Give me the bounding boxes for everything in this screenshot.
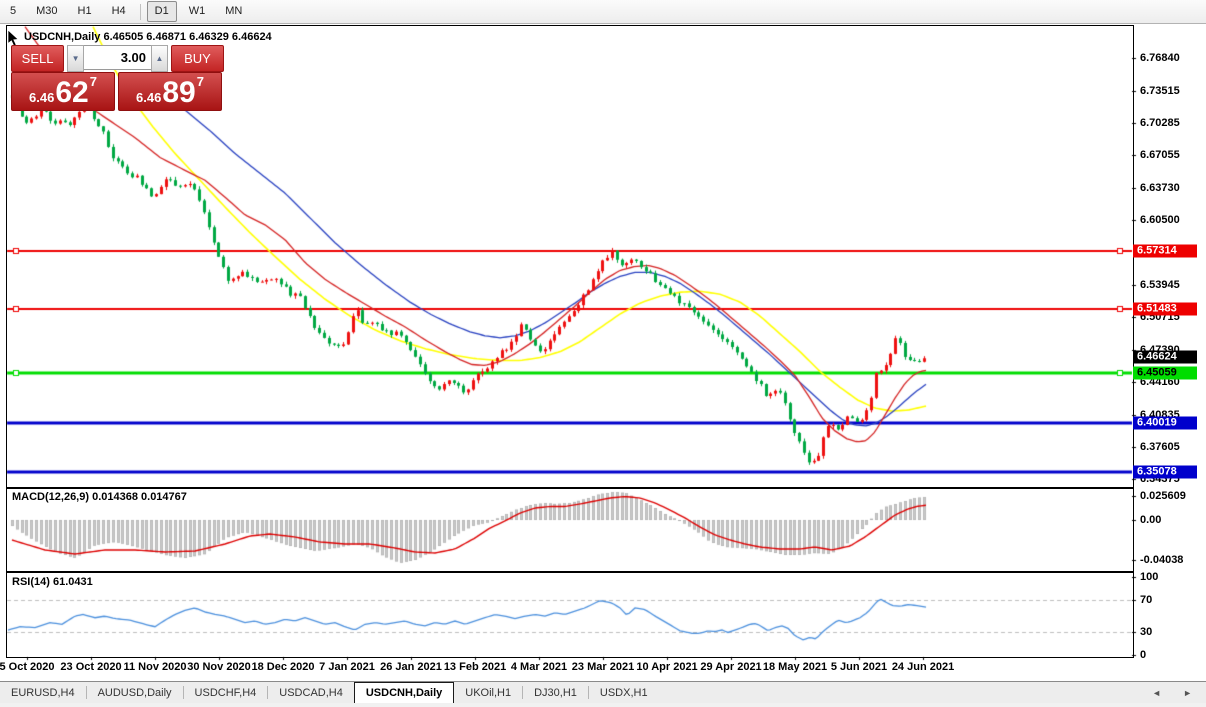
chart-tab-bar: EURUSD,H4 AUDUSD,Daily USDCHF,H4 USDCAD,H4 U… xyxy=(0,681,1206,704)
buy-price-main: 89 xyxy=(162,76,196,109)
buy-price-prefix: 6.46 xyxy=(136,90,162,105)
buy-quote-button[interactable]: 6.46 89 7 xyxy=(118,72,222,111)
macd-axis-label: -0.04038 xyxy=(1140,554,1184,566)
macd-axis-label: 0.00 xyxy=(1140,514,1162,526)
timeframe-button-h4[interactable]: H4 xyxy=(104,1,134,22)
rsi-axis-label: 0 xyxy=(1140,649,1147,661)
chart-tab-eurusd[interactable]: EURUSD,H4 xyxy=(0,682,86,703)
chart-title-ohlc: USDCNH,Daily 6.46505 6.46871 6.46329 6.4… xyxy=(24,31,272,43)
tabs-scroll-left-icon[interactable]: ◄ xyxy=(1152,688,1161,698)
chart-tab-audusd[interactable]: AUDUSD,Daily xyxy=(87,682,183,703)
timeframe-button-5[interactable]: 5 xyxy=(2,1,24,22)
price-axis-label: 6.53945 xyxy=(1140,278,1180,291)
date-axis-label: 18 Dec 2020 xyxy=(251,661,315,673)
date-axis-label: 24 Jun 2021 xyxy=(891,661,955,673)
price-axis-label: 6.76840 xyxy=(1140,52,1180,64)
price-axis-label: 6.60500 xyxy=(1140,213,1180,226)
rsi-indicator-label: RSI(14) 61.0431 xyxy=(12,576,93,588)
price-tag: 6.57314 xyxy=(1133,244,1197,258)
date-axis-label: 5 Jun 2021 xyxy=(830,661,888,673)
timeframe-button-mn[interactable]: MN xyxy=(217,1,250,22)
date-axis-label: 5 Oct 2020 xyxy=(0,661,55,673)
sell-price-prefix: 6.46 xyxy=(29,90,55,105)
chart-tab-usdcnh[interactable]: USDCNH,Daily xyxy=(353,682,455,703)
chart-tab-usdx[interactable]: USDX,H1 xyxy=(589,682,659,703)
timeframe-button-w1[interactable]: W1 xyxy=(181,1,214,22)
price-tag: 6.40019 xyxy=(1133,416,1197,430)
date-axis-label: 13 Feb 2021 xyxy=(443,661,507,673)
chart-tab-dj30[interactable]: DJ30,H1 xyxy=(523,682,588,703)
sell-price-main: 62 xyxy=(55,76,89,109)
date-axis-label: 18 May 2021 xyxy=(762,661,828,673)
price-tag: 6.51483 xyxy=(1133,302,1197,316)
volume-input[interactable] xyxy=(84,45,151,70)
price-tag: 6.46624 xyxy=(1133,350,1197,364)
rsi-axis-label: 30 xyxy=(1140,626,1153,638)
date-axis-label: 11 Nov 2020 xyxy=(123,661,187,673)
date-axis-label: 7 Jan 2021 xyxy=(319,661,375,673)
toolbar-separator xyxy=(139,3,141,20)
price-tag: 6.35078 xyxy=(1133,465,1197,479)
chart-tab-usdcad[interactable]: USDCAD,H4 xyxy=(268,682,354,703)
chart-tab-ukoil[interactable]: UKOil,H1 xyxy=(454,682,522,703)
price-tag: 6.45059 xyxy=(1133,366,1197,380)
date-axis-label: 4 Mar 2021 xyxy=(510,661,568,673)
status-bar xyxy=(0,703,1206,707)
volume-increase-button[interactable]: ▲ xyxy=(151,45,168,72)
date-axis-label: 23 Mar 2021 xyxy=(571,661,635,673)
date-axis-label: 23 Oct 2020 xyxy=(60,661,122,673)
timeframe-toolbar: 5 M30 H1 H4 D1 W1 MN xyxy=(0,0,1206,24)
timeframe-button-d1[interactable]: D1 xyxy=(146,1,177,22)
sell-quote-button[interactable]: 6.46 62 7 xyxy=(11,72,115,111)
price-axis-label: 6.67055 xyxy=(1140,148,1180,161)
macd-axis-label: 0.025609 xyxy=(1140,490,1186,502)
sell-price-pip: 7 xyxy=(89,74,97,89)
sell-button[interactable]: SELL xyxy=(11,45,65,72)
timeframe-button-h1[interactable]: H1 xyxy=(70,1,100,22)
price-axis-label: 6.37605 xyxy=(1140,440,1180,453)
one-click-trading-widget: SELL ▼ ▲ BUY 6.46 62 7 6.46 89 7 xyxy=(11,45,224,111)
date-axis-label: 29 Apr 2021 xyxy=(700,661,762,673)
rsi-axis-label: 100 xyxy=(1140,571,1159,583)
chart-tab-usdchf[interactable]: USDCHF,H4 xyxy=(184,682,268,703)
mt4-window: 5 M30 H1 H4 D1 W1 MN USDCNH,Daily 6.46505 6.46… xyxy=(0,0,1206,707)
price-axis-label: 6.70285 xyxy=(1140,116,1180,129)
macd-indicator-label: MACD(12,26,9) 0.014368 0.014767 xyxy=(12,491,187,503)
date-axis-label: 30 Nov 2020 xyxy=(187,661,251,673)
buy-price-pip: 7 xyxy=(196,74,204,89)
price-axis-label: 6.63730 xyxy=(1140,181,1180,194)
tabs-scroll-right-icon[interactable]: ► xyxy=(1183,688,1192,698)
timeframe-button-m30[interactable]: M30 xyxy=(28,1,65,22)
date-axis-label: 26 Jan 2021 xyxy=(380,661,442,673)
volume-decrease-button[interactable]: ▼ xyxy=(67,45,84,72)
rsi-axis-label: 70 xyxy=(1140,594,1153,606)
price-axis-label: 6.73515 xyxy=(1140,84,1180,97)
date-axis-label: 10 Apr 2021 xyxy=(636,661,698,673)
buy-button[interactable]: BUY xyxy=(170,45,224,72)
